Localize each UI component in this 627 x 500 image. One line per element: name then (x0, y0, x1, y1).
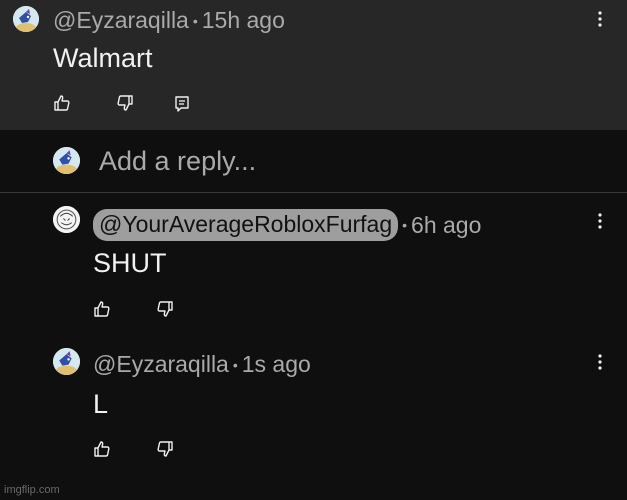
dislike-button[interactable] (116, 94, 134, 112)
timestamp[interactable]: 6h ago (411, 212, 481, 239)
comment-header: @Eyzaraqilla • 1s ago (93, 351, 311, 378)
reply-input[interactable]: Add a reply... (99, 146, 256, 177)
reply-input-row[interactable] (0, 130, 627, 193)
current-user-avatar (53, 147, 80, 174)
dislike-button[interactable] (156, 300, 174, 318)
author-name[interactable]: @Eyzaraqilla (53, 7, 189, 34)
avatar-sketch-icon (53, 206, 80, 233)
thumbs-down-icon (157, 441, 173, 457)
comment-header: @Eyzaraqilla • 15h ago (53, 7, 285, 34)
avatar[interactable] (13, 6, 39, 32)
like-button[interactable] (93, 300, 111, 318)
separator-dot: • (402, 217, 408, 233)
timestamp[interactable]: 15h ago (202, 7, 285, 34)
comment-header: @YourAverageRobloxFurfag • 6h ago (93, 209, 481, 241)
avatar-image-icon (13, 6, 39, 32)
thumbs-up-icon (94, 441, 110, 457)
more-vert-icon (598, 213, 602, 229)
thumbs-down-icon (117, 95, 133, 111)
more-options-button[interactable] (595, 9, 605, 29)
reply-icon (175, 96, 189, 112)
like-button[interactable] (53, 94, 71, 112)
timestamp[interactable]: 1s ago (242, 351, 311, 378)
dislike-button[interactable] (156, 440, 174, 458)
separator-dot: • (192, 12, 198, 29)
more-vert-icon (598, 11, 602, 27)
thumbs-down-icon (157, 301, 173, 317)
reply-button[interactable] (173, 95, 191, 113)
separator-dot: • (232, 356, 238, 373)
comment-text: Walmart (53, 43, 153, 73)
like-button[interactable] (93, 440, 111, 458)
comment-text: L (93, 389, 109, 419)
author-name[interactable]: @Eyzaraqilla (93, 351, 229, 378)
thumbs-up-icon (54, 95, 70, 111)
thumbs-up-icon (94, 301, 110, 317)
avatar-image-icon (53, 348, 80, 375)
more-vert-icon (598, 354, 602, 370)
avatar-image-icon (53, 147, 80, 174)
watermark: imgflip.com (4, 484, 60, 496)
highlighted-comment: @Eyzaraqilla • 15h ago Walmart (0, 0, 627, 130)
avatar[interactable] (53, 206, 80, 233)
more-options-button[interactable] (595, 211, 605, 231)
comment-text: SHUT (93, 248, 167, 278)
author-name-chip[interactable]: @YourAverageRobloxFurfag (93, 209, 399, 241)
avatar[interactable] (53, 348, 80, 375)
more-options-button[interactable] (595, 352, 605, 372)
